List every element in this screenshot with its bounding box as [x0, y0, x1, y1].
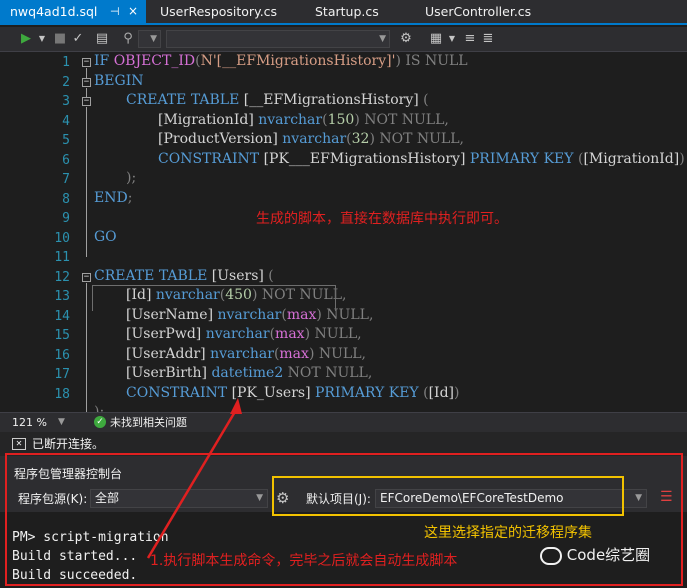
annotation-arrow — [146, 398, 242, 559]
watermark-text: Code综艺圈 — [566, 546, 651, 564]
wechat-icon — [540, 546, 562, 565]
watermark: Code综艺圈 — [540, 544, 650, 565]
